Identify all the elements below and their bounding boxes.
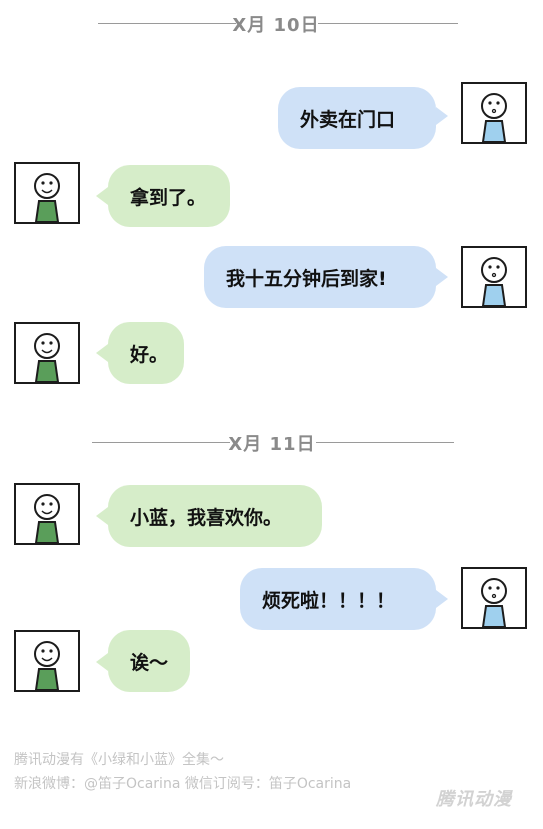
message-bubble: 好。 [108, 322, 184, 384]
bubble-tail [436, 590, 448, 608]
bubble-tail [96, 653, 108, 671]
message-bubble: 外卖在门口 [278, 87, 436, 149]
bubble-tail [96, 344, 108, 362]
credit-line-1: 腾讯动漫有《小绿和小蓝》全集～ [14, 752, 224, 768]
avatar-green [14, 162, 80, 224]
bubble-tail [436, 268, 448, 286]
avatar-blue [461, 82, 527, 144]
date-separator-2: X月 11日 [0, 430, 543, 455]
bubble-tail [96, 187, 108, 205]
message-text: 好。 [130, 343, 169, 366]
message-bubble: 小蓝，我喜欢你。 [108, 485, 322, 547]
message-bubble: 拿到了。 [108, 165, 230, 227]
message-text: 小蓝，我喜欢你。 [130, 506, 283, 529]
bubble-tail [436, 107, 448, 125]
message-bubble: 诶～ [108, 630, 190, 692]
message-text: 拿到了。 [130, 186, 207, 209]
date-label: X月 11日 [228, 434, 316, 455]
message-text: 烦死啦！！！！ [262, 589, 396, 612]
message-bubble: 烦死啦！！！！ [240, 568, 436, 630]
avatar-green [14, 322, 80, 384]
bubble-tail [96, 507, 108, 525]
avatar-blue [461, 246, 527, 308]
message-text: 外卖在门口 [300, 108, 396, 131]
watermark-logo: 腾讯动漫 [436, 789, 512, 810]
message-bubble: 我十五分钟后到家! [204, 246, 436, 308]
avatar-green [14, 483, 80, 545]
avatar-green [14, 630, 80, 692]
date-separator-1: X月 10日 [0, 11, 543, 36]
credit-line-2: 新浪微博：@笛子Ocarina 微信订阅号：笛子Ocarina [14, 776, 352, 792]
message-text: 我十五分钟后到家! [226, 267, 387, 290]
avatar-blue [461, 567, 527, 629]
message-text: 诶～ [130, 651, 169, 674]
date-label: X月 10日 [232, 15, 320, 36]
